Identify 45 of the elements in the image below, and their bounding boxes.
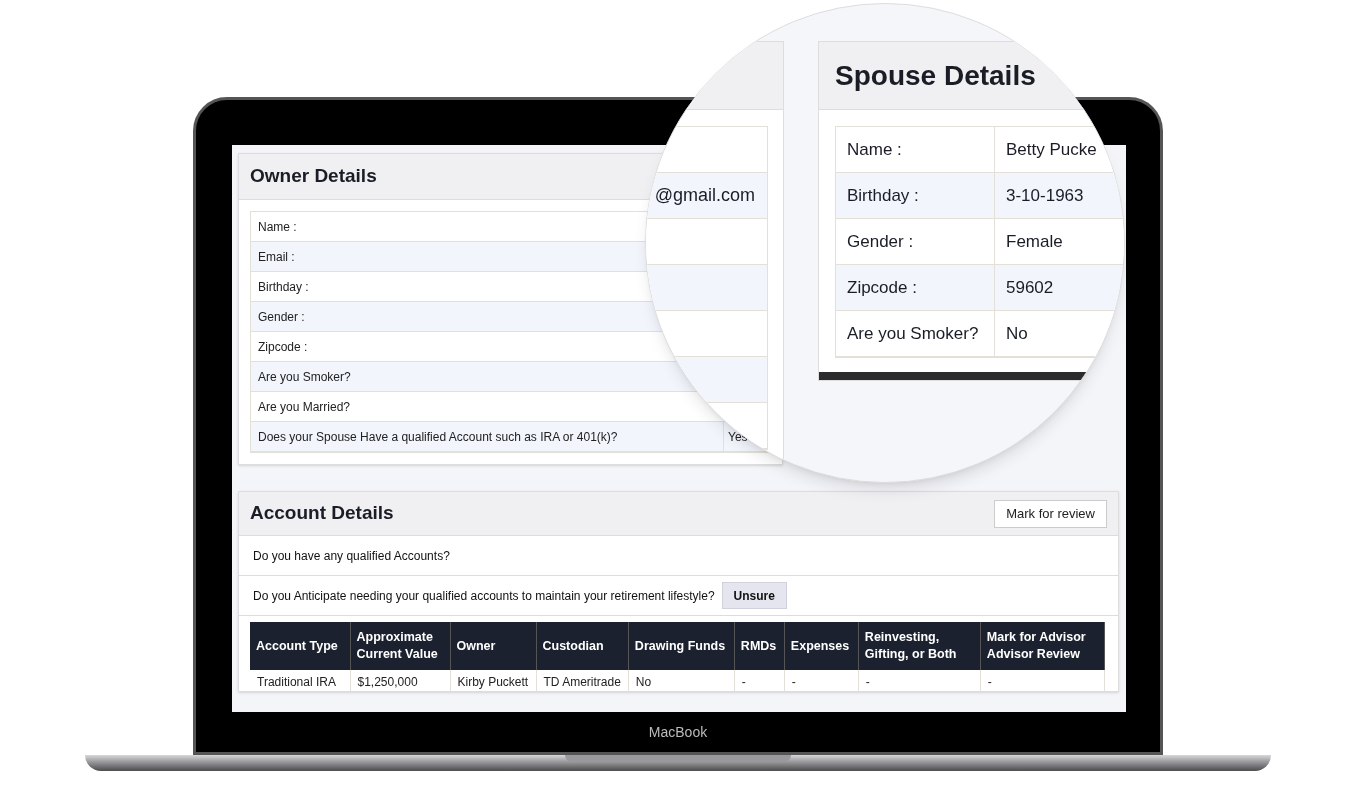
column-header: Custodian bbox=[536, 622, 629, 670]
table-cell-text: Does your Spouse Have a qualified Account such as IRA or 401(k)? bbox=[258, 428, 618, 446]
question-text: Do you Anticipate needing your qualified accounts to maintain your retirement lifestyle? bbox=[253, 587, 715, 605]
table-cell-text: Are you Married? bbox=[258, 398, 351, 416]
column-header: Account Type bbox=[250, 622, 350, 670]
table-cell: No bbox=[628, 670, 735, 691]
table-cell-text: Gender : bbox=[258, 308, 305, 326]
table-cell-text: Name : bbox=[258, 218, 297, 236]
table-cell-text: Betty Pucke bbox=[1006, 138, 1097, 161]
column-header: Drawing Funds bbox=[628, 622, 735, 670]
card-title: Spouse Details bbox=[835, 58, 1036, 93]
table-cell-text: Gender : bbox=[847, 230, 914, 253]
column-header: RMDs bbox=[734, 622, 785, 670]
table-cell-text: Email : bbox=[258, 248, 295, 266]
card-title: Account Details bbox=[250, 501, 394, 526]
column-header: Approximate Current Value bbox=[350, 622, 450, 670]
table-cell-text: Are you Smoker? bbox=[258, 368, 351, 386]
answer-badge: Unsure bbox=[721, 582, 787, 609]
column-header: Owner bbox=[450, 622, 536, 670]
table-cell-text: Are you Smoker? bbox=[847, 322, 979, 345]
table-cell: - bbox=[858, 670, 981, 691]
mark-for-review-button[interactable]: Mark for review bbox=[994, 499, 1107, 528]
question-text: Do you have any qualified Accounts? bbox=[253, 547, 450, 565]
table-cell: - bbox=[734, 670, 785, 691]
table-cell-text: Zipcode : bbox=[258, 338, 308, 356]
table-cell-text: Birthday : bbox=[847, 184, 919, 207]
table-cell-text: No bbox=[1006, 322, 1028, 345]
table-cell: - bbox=[980, 670, 1105, 691]
column-header: Mark for Advisor Advisor Review bbox=[980, 622, 1105, 670]
table-cell: Kirby Puckett bbox=[450, 670, 536, 691]
table-cell: $1,250,000 bbox=[350, 670, 450, 691]
column-header: Expenses bbox=[784, 622, 859, 670]
table-cell-text: @gmail.com bbox=[654, 184, 755, 207]
table-cell: Traditional IRA bbox=[250, 670, 350, 691]
table-cell: TD Ameritrade bbox=[536, 670, 629, 691]
table-cell-text: 3-10-1963 bbox=[1006, 184, 1084, 207]
table-cell-text: Birthday : bbox=[258, 278, 309, 296]
table-cell-text: Zipcode : bbox=[847, 276, 917, 299]
table-cell-text: Female bbox=[1006, 230, 1063, 253]
table-cell-text: Name : bbox=[847, 138, 902, 161]
table-cell: - bbox=[784, 670, 859, 691]
table-cell-text: 59602 bbox=[1006, 276, 1054, 299]
card-title: Owner Details bbox=[250, 164, 377, 189]
column-header: Reinvesting, Gifting, or Both bbox=[858, 622, 981, 670]
device-label: MacBook bbox=[648, 722, 708, 742]
